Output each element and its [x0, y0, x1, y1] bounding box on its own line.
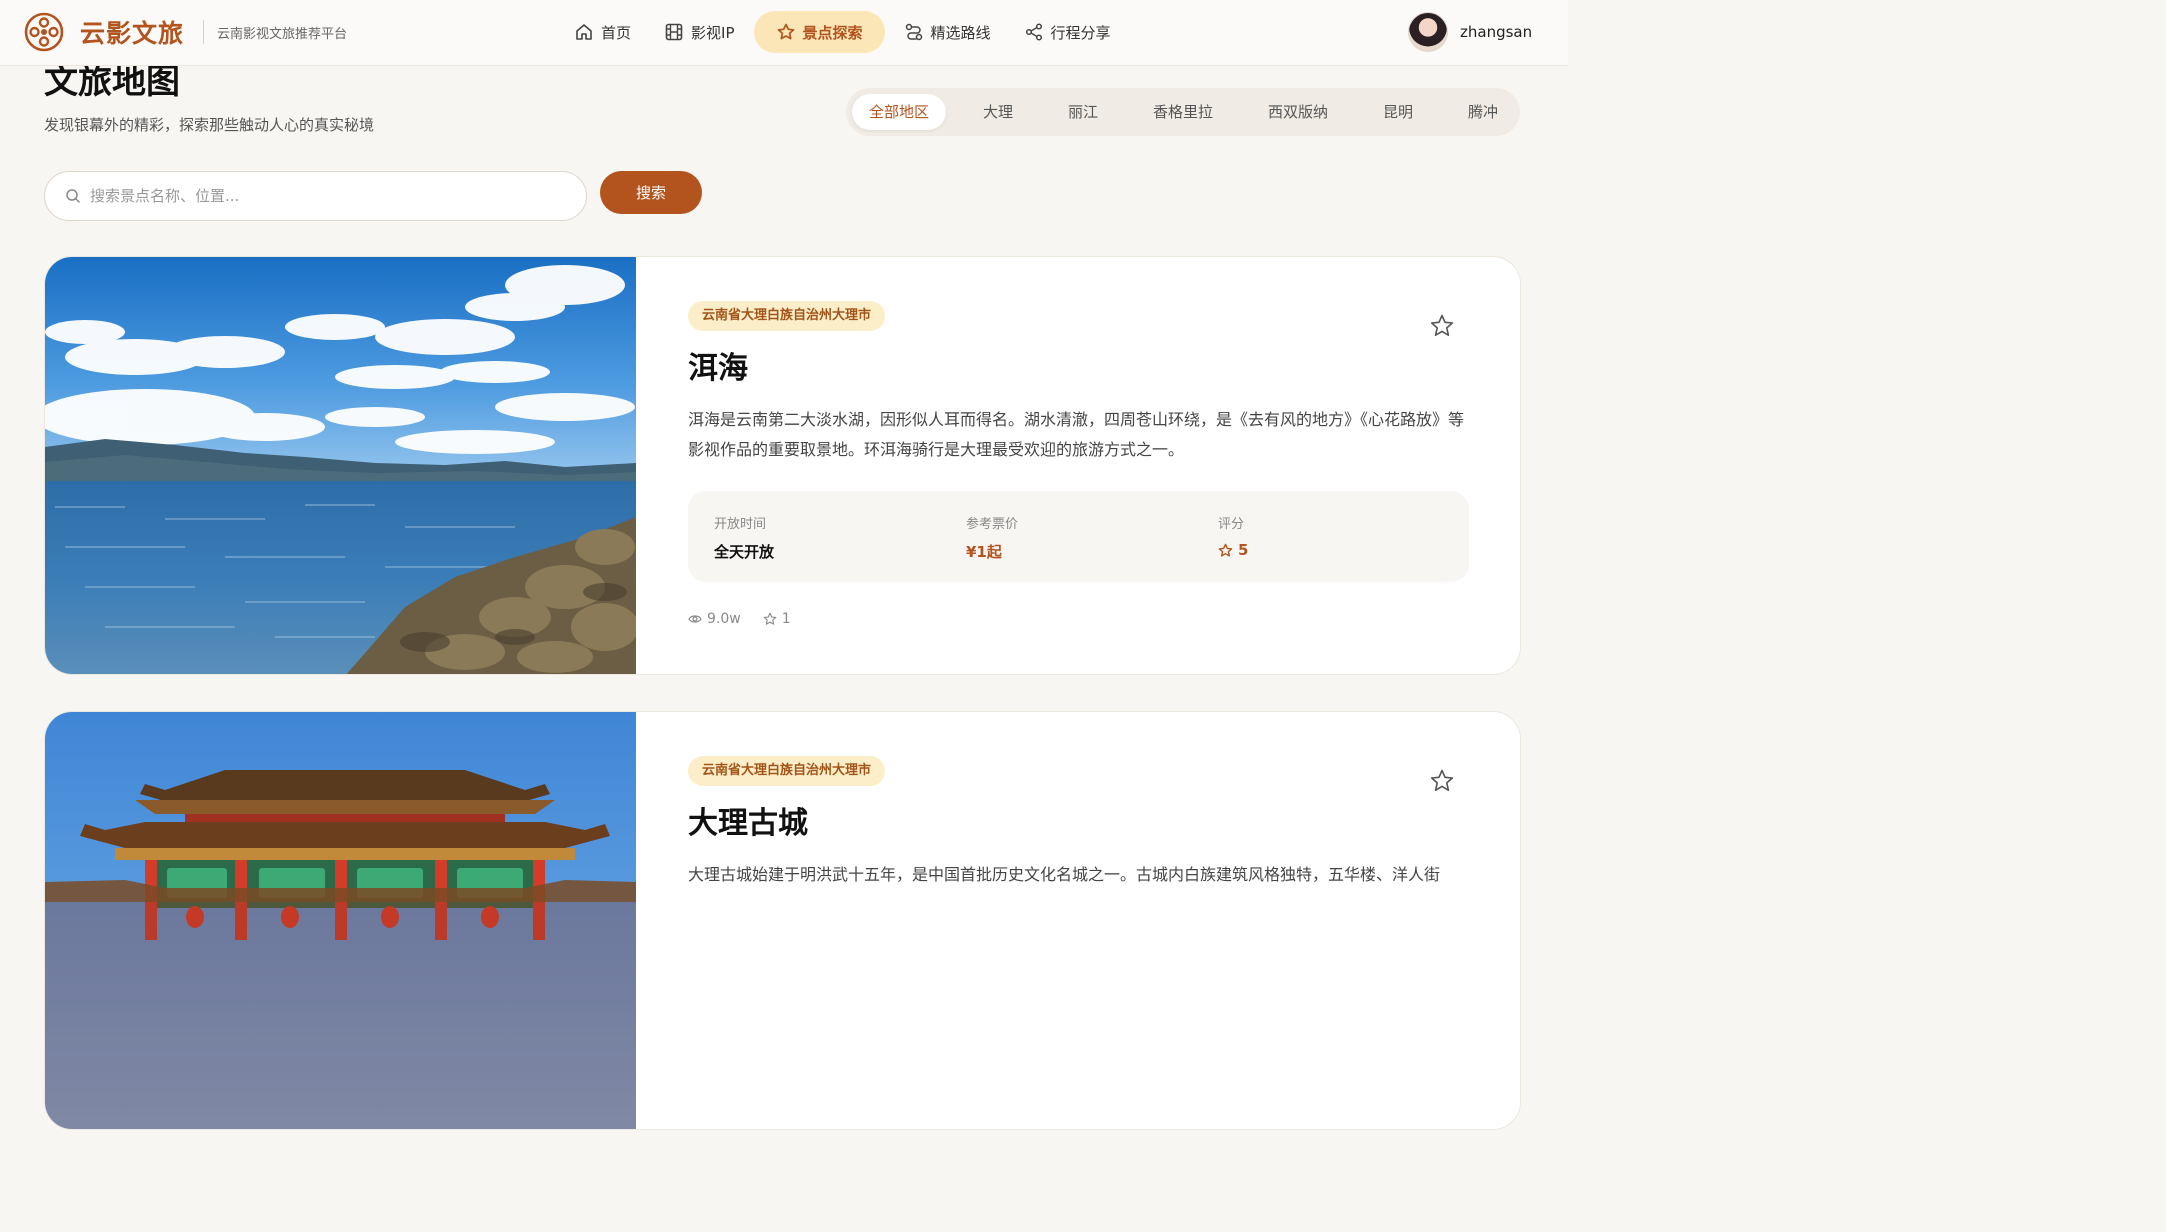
user-menu[interactable]: zhangsan [1408, 12, 1532, 52]
region-tab-kunming[interactable]: 昆明 [1366, 94, 1430, 130]
open-time-label: 开放时间 [714, 517, 767, 532]
open-time-info: 开放时间 全天开放 [714, 513, 774, 562]
scenic-name[interactable]: 大理古城 [688, 798, 808, 842]
star-outline-icon [763, 612, 777, 625]
scenic-photo-dali-old-town[interactable] [45, 712, 636, 1129]
region-tab-dali[interactable]: 大理 [966, 94, 1030, 130]
region-filter: 全部地区 大理 丽江 香格里拉 西双版纳 昆明 腾冲 [846, 88, 1520, 136]
route-icon [905, 23, 922, 41]
eye-icon [688, 615, 702, 623]
star-icon [777, 23, 794, 40]
nav-item-explore[interactable]: 景点探索 [753, 11, 885, 53]
region-tab-shangrila[interactable]: 香格里拉 [1141, 94, 1225, 130]
region-tab-all[interactable]: 全部地区 [852, 94, 946, 130]
price-value: ¥1起 [966, 543, 1002, 561]
top-header: 云影文旅 云南影视文旅推荐平台 首页 影视IP 景点探索 精选路线 行程分享 z… [0, 0, 1568, 66]
nav-item-label: 首页 [601, 23, 632, 42]
price-label: 参考票价 [966, 517, 1019, 532]
favorite-star-icon[interactable] [1429, 313, 1455, 339]
scenic-card-dali-old-town[interactable]: 云南省大理白族自治州大理市 大理古城 大理古城始建于明洪武十五年，是中国首批历史… [44, 711, 1521, 1130]
favorite-star-icon[interactable] [1429, 768, 1455, 794]
nav-item-label: 精选路线 [930, 23, 991, 42]
search-input[interactable] [90, 187, 570, 205]
nav-item-film-ip[interactable]: 影视IP [650, 11, 748, 53]
search-button[interactable]: 搜索 [600, 171, 702, 214]
region-tab-lijiang[interactable]: 丽江 [1051, 94, 1115, 130]
rating-star-icon [1218, 543, 1233, 557]
views-count: 9.0w [707, 611, 741, 627]
brand-name[interactable]: 云影文旅 [80, 14, 184, 50]
price-info: 参考票价 ¥1起 [966, 513, 1018, 562]
region-tab-xishuangbanna[interactable]: 西双版纳 [1256, 94, 1340, 130]
views-stat: 9.0w [688, 611, 741, 627]
nav-item-home[interactable]: 首页 [560, 11, 645, 53]
scenic-photo-erhai[interactable] [45, 257, 636, 674]
film-reel-logo-icon[interactable] [24, 12, 64, 52]
home-icon [576, 24, 592, 40]
film-icon [665, 23, 683, 41]
lake-photo-image [45, 257, 636, 674]
scenic-stats: 9.0w 1 [688, 611, 791, 627]
open-time-value: 全天开放 [714, 543, 775, 561]
share-icon [1025, 23, 1042, 41]
brand-tagline: 云南影视文旅推荐平台 [217, 27, 348, 42]
header-divider [203, 20, 204, 44]
favorites-stat: 1 [763, 611, 791, 627]
nav-item-share[interactable]: 行程分享 [1010, 11, 1125, 53]
nav-item-label: 行程分享 [1050, 23, 1111, 42]
search-icon [66, 189, 80, 203]
scenic-description: 洱海是云南第二大淡水湖，因形似人耳而得名。湖水清澈，四周苍山环绕，是《去有风的地… [688, 410, 1465, 459]
rating-value: 5 [1238, 541, 1249, 559]
scenic-info-panel: 开放时间 全天开放 参考票价 ¥1起 评分 5 [688, 491, 1469, 582]
gate-tower-photo-image [45, 712, 636, 1129]
username: zhangsan [1460, 23, 1533, 41]
location-badge: 云南省大理白族自治州大理市 [688, 756, 886, 786]
main-nav: 首页 影视IP 景点探索 精选路线 行程分享 [560, 11, 1130, 53]
favorites-count: 1 [781, 611, 791, 627]
nav-item-label: 影视IP [691, 23, 735, 42]
scenic-card-erhai[interactable]: 云南省大理白族自治州大理市 洱海 洱海是云南第二大淡水湖，因形似人耳而得名。湖水… [44, 256, 1521, 675]
rating-value-row: 5 [1218, 541, 1248, 559]
nav-item-label: 景点探索 [802, 23, 863, 42]
location-badge: 云南省大理白族自治州大理市 [688, 301, 886, 331]
scenic-description: 大理古城始建于明洪武十五年，是中国首批历史文化名城之一。古城内白族建筑风格独特，… [688, 865, 1441, 884]
nav-item-routes[interactable]: 精选路线 [890, 11, 1005, 53]
scenic-name[interactable]: 洱海 [688, 343, 748, 387]
page-subtitle: 发现银幕外的精彩，探索那些触动人心的真实秘境 [44, 116, 375, 134]
avatar[interactable] [1408, 12, 1448, 52]
search-box [44, 171, 587, 221]
region-tab-tengchong[interactable]: 腾冲 [1451, 94, 1515, 130]
rating-info: 评分 5 [1218, 513, 1248, 559]
rating-label: 评分 [1218, 517, 1245, 532]
